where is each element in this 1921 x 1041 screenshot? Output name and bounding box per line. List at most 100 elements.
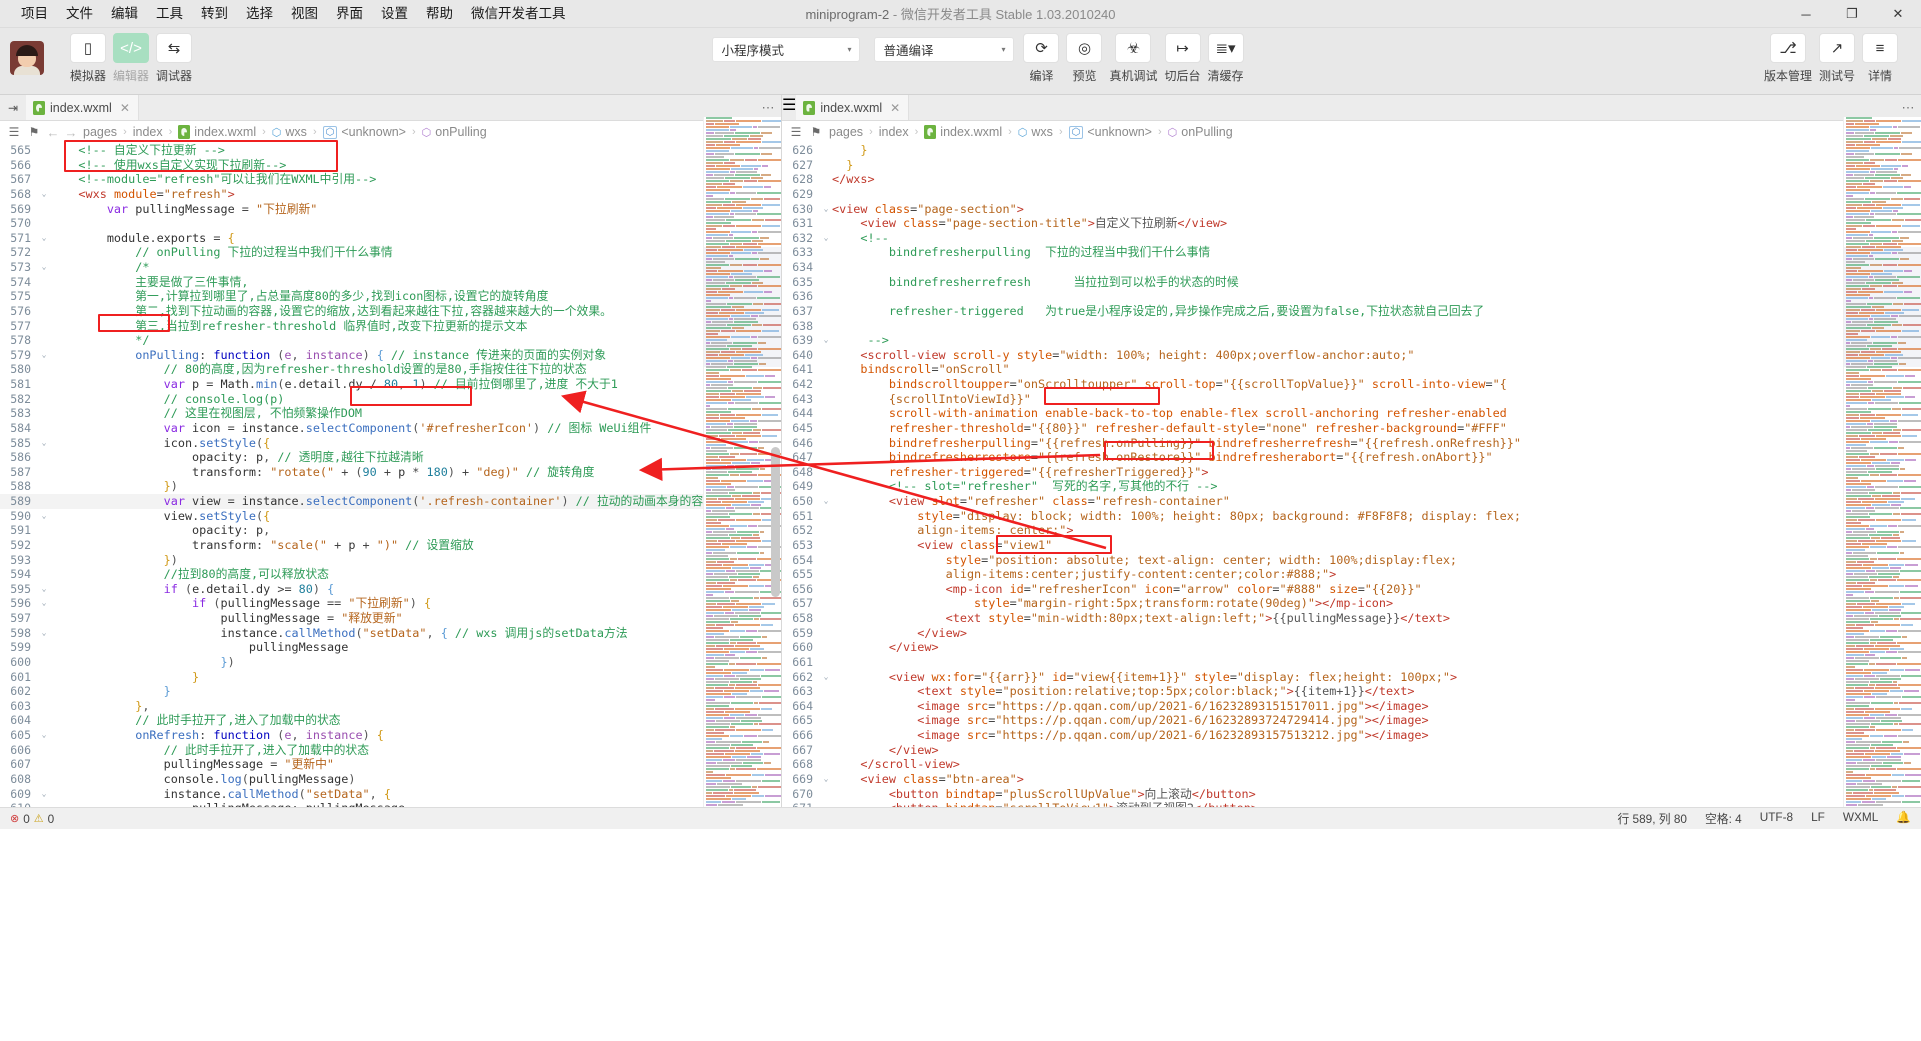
- code-line[interactable]: 659 </view>: [782, 626, 1921, 641]
- fold-toggle-icon[interactable]: ⌄: [820, 231, 832, 246]
- code-line[interactable]: 601 }: [0, 670, 781, 685]
- breadcrumb-segment[interactable]: wxs: [1031, 125, 1053, 139]
- code-line[interactable]: 572 // onPulling 下拉的过程当中我们干什么事情: [0, 245, 781, 260]
- maximize-button[interactable]: ❐: [1829, 0, 1875, 28]
- breadcrumb-segment[interactable]: index.wxml: [194, 125, 256, 139]
- view-code-icon[interactable]: </> 编辑器: [113, 33, 149, 84]
- notifications-icon[interactable]: 🔔: [1896, 810, 1911, 827]
- code-line[interactable]: 586 opacity: p, // 透明度,越往下拉越清晰: [0, 450, 781, 465]
- code-line[interactable]: 576 第二,找到下拉动画的容器,设置它的缩放,达到看起来越往下拉,容器越来越大…: [0, 304, 781, 319]
- code-line[interactable]: 640 <scroll-view scroll-y style="width: …: [782, 348, 1921, 363]
- code-line[interactable]: 567 <!--module="refresh"可以让我们在WXML中引用-->: [0, 172, 781, 187]
- code-line[interactable]: 632 ⌄ <!--: [782, 231, 1921, 246]
- menu-item-7[interactable]: 界面: [327, 0, 372, 28]
- menu-item-4[interactable]: 转到: [192, 0, 237, 28]
- code-line[interactable]: 654 style="position: absolute; text-alig…: [782, 553, 1921, 568]
- code-line[interactable]: 647 bindrefresherrestore="{{refresh.onRe…: [782, 450, 1921, 465]
- tab-index-wxml-right[interactable]: index.wxml ✕: [796, 95, 910, 120]
- compile-select[interactable]: 普通编译 ▾: [874, 37, 1015, 62]
- code-line[interactable]: 602 }: [0, 684, 781, 699]
- view-debugger-icon[interactable]: ⇆ 调试器: [156, 33, 192, 84]
- code-line[interactable]: 669 ⌄ <view class="btn-area">: [782, 772, 1921, 787]
- action-layers-icon[interactable]: ≣▾ 清缓存: [1207, 33, 1244, 84]
- code-line[interactable]: 627 }: [782, 158, 1921, 173]
- code-line[interactable]: 575 第一,计算拉到哪里了,占总量高度80的多少,找到icon图标,设置它的旋…: [0, 289, 781, 304]
- code-line[interactable]: 592 transform: "scale(" + p + ")" // 设置缩…: [0, 538, 781, 553]
- mode-select[interactable]: 小程序模式 ▾: [712, 37, 861, 62]
- code-line[interactable]: 666 <image src="https://p.qqan.com/up/20…: [782, 728, 1921, 743]
- fold-toggle-icon[interactable]: ⌄: [820, 772, 832, 787]
- bookmark-icon[interactable]: ⚑: [806, 125, 826, 139]
- code-line[interactable]: 661: [782, 655, 1921, 670]
- code-line[interactable]: 634: [782, 260, 1921, 275]
- code-line[interactable]: 645 refresher-threshold="{{80}}" refresh…: [782, 421, 1921, 436]
- breadcrumb-segment[interactable]: index: [133, 125, 163, 139]
- menu-item-10[interactable]: 微信开发者工具: [462, 0, 575, 28]
- right-git-branch-icon[interactable]: ⎇ 版本管理: [1764, 33, 1812, 84]
- code-line[interactable]: 598 ⌄ instance.callMethod("setData", { //…: [0, 626, 781, 641]
- code-line[interactable]: 581 var p = Math.min(e.detail.dy / 80, 1…: [0, 377, 781, 392]
- menu-item-8[interactable]: 设置: [372, 0, 417, 28]
- code-line[interactable]: 570: [0, 216, 781, 231]
- close-icon[interactable]: ✕: [120, 101, 130, 115]
- back-icon[interactable]: ←: [44, 125, 62, 140]
- menu-item-2[interactable]: 编辑: [102, 0, 147, 28]
- code-line[interactable]: 610 pullingMessage: pullingMessage,: [0, 801, 781, 807]
- code-line[interactable]: 566 <!-- 使用wxs自定义实现下拉刷新-->: [0, 158, 781, 173]
- code-line[interactable]: 597 pullingMessage = "释放更新": [0, 611, 781, 626]
- code-line[interactable]: 646 bindrefresherpulling="{{refresh.onPu…: [782, 436, 1921, 451]
- fold-toggle-icon[interactable]: ⌄: [820, 202, 832, 217]
- code-line[interactable]: 585 ⌄ icon.setStyle({: [0, 436, 781, 451]
- minimap-right[interactable]: [1843, 117, 1921, 807]
- code-line[interactable]: 594 //拉到80的高度,可以释放状态: [0, 567, 781, 582]
- code-line[interactable]: 568 ⌄ <wxs module="refresh">: [0, 187, 781, 202]
- code-line[interactable]: 657 style="margin-right:5px;transform:ro…: [782, 596, 1921, 611]
- menu-item-6[interactable]: 视图: [282, 0, 327, 28]
- fold-toggle-icon[interactable]: ⌄: [820, 670, 832, 685]
- code-line[interactable]: 630 ⌄ <view class="page-section">: [782, 202, 1921, 217]
- action-bug-icon[interactable]: ☣ 真机调试: [1109, 33, 1158, 84]
- code-line[interactable]: 642 bindscrolltoupper="onScrolltoupper" …: [782, 377, 1921, 392]
- code-line[interactable]: 604 // 此时手拉开了,进入了加载中的状态: [0, 713, 781, 728]
- code-line[interactable]: 578 */: [0, 333, 781, 348]
- code-line[interactable]: 584 var icon = instance.selectComponent(…: [0, 421, 781, 436]
- code-line[interactable]: 631 <view class="page-section-title">自定义…: [782, 216, 1921, 231]
- code-line[interactable]: 670 <button bindtap="plusScrollUpValue">…: [782, 787, 1921, 802]
- code-line[interactable]: 667 </view>: [782, 743, 1921, 758]
- indentation[interactable]: 空格: 4: [1705, 810, 1742, 827]
- code-line[interactable]: 664 <image src="https://p.qqan.com/up/20…: [782, 699, 1921, 714]
- breadcrumb-segment[interactable]: index.wxml: [940, 125, 1002, 139]
- action-eye-icon[interactable]: ◎ 预览: [1066, 33, 1103, 84]
- code-line[interactable]: 607 pullingMessage = "更新中": [0, 757, 781, 772]
- code-line[interactable]: 588 }): [0, 479, 781, 494]
- code-line[interactable]: 603 },: [0, 699, 781, 714]
- code-line[interactable]: 571 ⌄ module.exports = {: [0, 231, 781, 246]
- cursor-position[interactable]: 行 589, 列 80: [1617, 810, 1687, 827]
- code-line[interactable]: 609 ⌄ instance.callMethod("setData", {: [0, 787, 781, 802]
- code-line[interactable]: 579 ⌄ onPulling: function (e, instance) {…: [0, 348, 781, 363]
- fold-toggle-icon[interactable]: ⌄: [820, 494, 832, 509]
- fold-toggle-icon[interactable]: ⌄: [38, 582, 50, 597]
- menu-item-3[interactable]: 工具: [147, 0, 192, 28]
- fold-toggle-icon[interactable]: ⌄: [38, 509, 50, 524]
- fold-toggle-icon[interactable]: ⌄: [820, 333, 832, 348]
- split-editor-icon[interactable]: ⇥: [0, 95, 26, 120]
- code-line[interactable]: 651 style="display: block; width: 100%; …: [782, 509, 1921, 524]
- fold-toggle-icon[interactable]: ⌄: [38, 260, 50, 275]
- code-line[interactable]: 628 </wxs>: [782, 172, 1921, 187]
- close-icon[interactable]: ✕: [890, 101, 900, 115]
- code-line[interactable]: 655 align-items:center;justify-content:c…: [782, 567, 1921, 582]
- code-line[interactable]: 641 bindscroll="onScroll": [782, 362, 1921, 377]
- bookmark-icon[interactable]: ⚑: [24, 125, 44, 139]
- minimize-button[interactable]: ─: [1783, 0, 1829, 28]
- code-line[interactable]: 643 {scrollIntoViewId}}": [782, 392, 1921, 407]
- code-line[interactable]: 636: [782, 289, 1921, 304]
- code-line[interactable]: 569 var pullingMessage = "下拉刷新": [0, 202, 781, 217]
- breadcrumb-segment[interactable]: pages: [83, 125, 117, 139]
- code-line[interactable]: 658 <text style="min-width:80px;text-ali…: [782, 611, 1921, 626]
- code-line[interactable]: 629: [782, 187, 1921, 202]
- forward-icon[interactable]: →: [62, 125, 80, 140]
- vertical-scrollbar-left[interactable]: [770, 117, 781, 807]
- tab-index-wxml-left[interactable]: index.wxml ✕: [26, 95, 139, 120]
- code-line[interactable]: 649 <!-- slot="refresher" 写死的名字,写其他的不行 -…: [782, 479, 1921, 494]
